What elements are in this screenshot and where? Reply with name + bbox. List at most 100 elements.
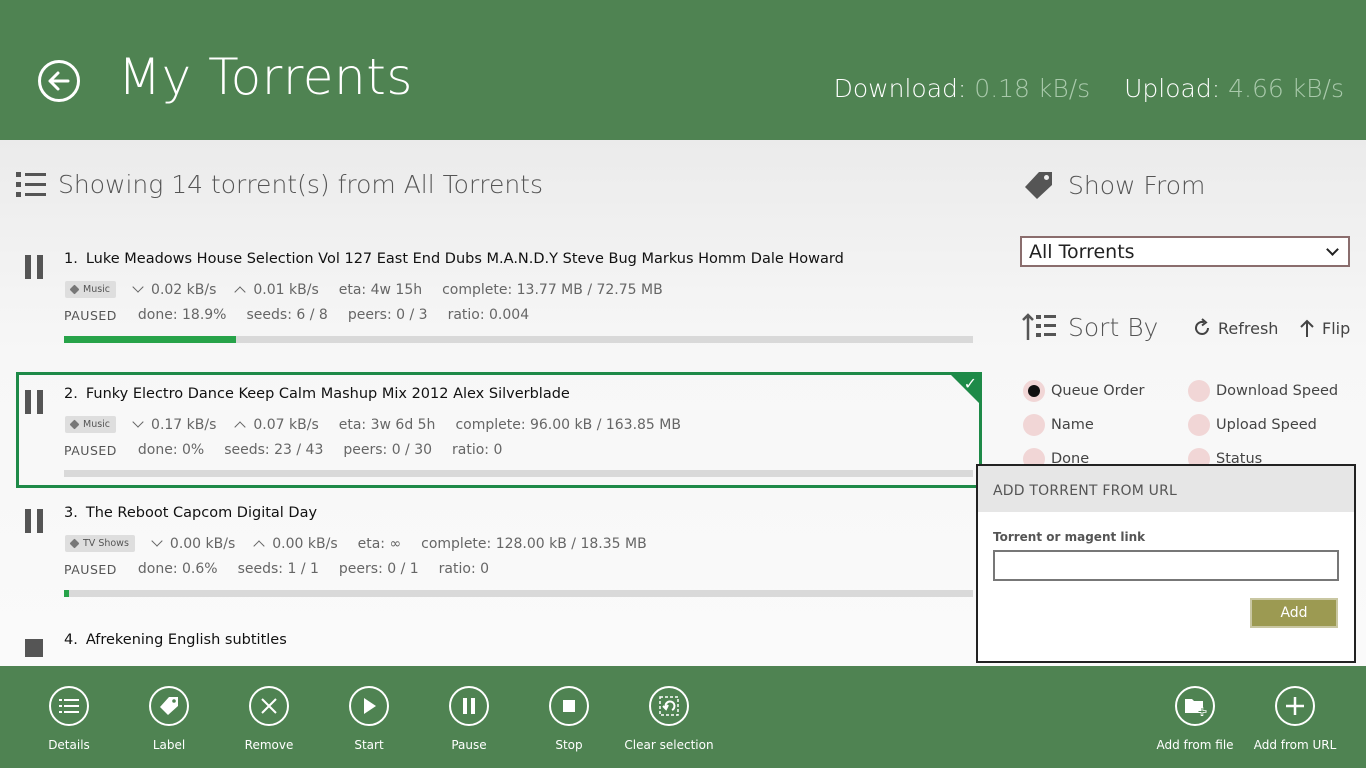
peers: peers: 0 / 3 bbox=[347, 307, 428, 323]
torrent-status-row: PAUSED done: 0% seeds: 23 / 43 peers: 0 … bbox=[64, 442, 502, 458]
add-from-url-button[interactable]: Add from URL bbox=[1245, 686, 1345, 752]
tag-icon bbox=[69, 284, 80, 295]
download-label: Download: bbox=[833, 74, 967, 103]
torrent-item[interactable]: 3. The Reboot Capcom Digital Day TV Shows… bbox=[16, 491, 982, 606]
flyout-title: ADD TORRENT FROM URL bbox=[978, 466, 1354, 512]
seeds: seeds: 6 / 8 bbox=[246, 307, 328, 323]
torrent-number: 4. bbox=[64, 632, 78, 648]
filter-dropdown-value: All Torrents bbox=[1029, 240, 1135, 263]
download-arrow-icon bbox=[132, 281, 144, 293]
progress-fill bbox=[64, 590, 70, 597]
torrent-name: Funky Electro Dance Keep Calm Mashup Mix… bbox=[85, 386, 570, 402]
add-button[interactable]: Add bbox=[1250, 598, 1338, 628]
show-from-label: Show From bbox=[1068, 170, 1206, 200]
back-button[interactable] bbox=[38, 60, 80, 102]
seeds: seeds: 1 / 1 bbox=[237, 561, 319, 577]
ratio: ratio: 0 bbox=[438, 561, 490, 577]
upload-arrow-icon bbox=[234, 421, 247, 433]
pause-icon[interactable] bbox=[25, 255, 43, 279]
radio-selected-icon bbox=[1023, 380, 1045, 402]
pause-icon[interactable] bbox=[25, 509, 43, 533]
clear-selection-button[interactable]: Clear selection bbox=[619, 686, 719, 752]
sort-option-upload-speed[interactable]: Upload Speed bbox=[1188, 414, 1317, 436]
clear-selection-icon bbox=[659, 696, 679, 716]
torrent-title: 2. Funky Electro Dance Keep Calm Mashup M… bbox=[64, 386, 570, 402]
peers: peers: 0 / 30 bbox=[343, 442, 433, 458]
progress-bar bbox=[64, 470, 973, 477]
download-arrow-icon bbox=[132, 416, 144, 428]
refresh-label: Refresh bbox=[1218, 318, 1279, 338]
tag-icon bbox=[69, 538, 80, 549]
list-heading: Showing 14 torrent(s) from All Torrents bbox=[16, 170, 543, 199]
download-speed: 0.00 kB/s bbox=[169, 535, 236, 552]
sort-by-heading: Sort By bbox=[1022, 312, 1158, 342]
torrent-status-row: PAUSED done: 0.6% seeds: 1 / 1 peers: 0 … bbox=[64, 561, 489, 577]
play-icon bbox=[364, 698, 376, 714]
torrent-item-selected[interactable]: ✓ 2. Funky Electro Dance Keep Calm Mashup… bbox=[16, 372, 982, 488]
torrent-number: 1. bbox=[64, 251, 78, 267]
status-badge: PAUSED bbox=[64, 561, 117, 577]
stop-icon bbox=[563, 700, 575, 712]
filter-dropdown[interactable]: All Torrents bbox=[1020, 236, 1350, 267]
torrent-link-label: Torrent or magent link bbox=[993, 530, 1146, 544]
sort-icon bbox=[1022, 313, 1056, 340]
complete-size: complete: 128.00 kB / 18.35 MB bbox=[421, 535, 647, 552]
torrent-number: 2. bbox=[64, 386, 78, 402]
transfer-speeds: Download: 0.18 kB/s Upload: 4.66 kB/s bbox=[834, 74, 1344, 103]
status-badge: PAUSED bbox=[64, 307, 117, 323]
add-from-file-button[interactable]: Add from file bbox=[1145, 686, 1245, 752]
arrow-up-icon bbox=[1300, 319, 1314, 337]
done-percent: done: 0.6% bbox=[137, 561, 218, 577]
back-arrow-icon bbox=[48, 71, 70, 91]
pause-icon bbox=[463, 698, 475, 714]
flip-button[interactable]: Flip bbox=[1298, 318, 1350, 338]
sort-option-queue-order[interactable]: Queue Order bbox=[1023, 380, 1144, 402]
pause-icon[interactable] bbox=[25, 390, 43, 414]
app-bar: Details Label Remove Start Pause Stop Cl… bbox=[0, 666, 1366, 768]
seeds: seeds: 23 / 43 bbox=[224, 442, 324, 458]
torrent-item[interactable]: 4. Afrekening English subtitles bbox=[16, 618, 982, 666]
sort-option-download-speed[interactable]: Download Speed bbox=[1188, 380, 1338, 402]
start-button[interactable]: Start bbox=[319, 686, 419, 752]
pause-button[interactable]: Pause bbox=[419, 686, 519, 752]
torrent-stats: Music 0.02 kB/s 0.01 kB/s eta: 4w 15h co… bbox=[65, 281, 663, 298]
tag-icon bbox=[1025, 172, 1052, 199]
download-arrow-icon bbox=[151, 535, 163, 547]
tag-icon bbox=[69, 419, 80, 430]
radio-icon bbox=[1188, 380, 1210, 402]
list-icon bbox=[16, 171, 46, 197]
upload-arrow-icon bbox=[253, 540, 265, 552]
plus-icon bbox=[1286, 697, 1304, 715]
radio-icon bbox=[1023, 414, 1045, 436]
torrent-stats: TV Shows 0.00 kB/s 0.00 kB/s eta: ∞ comp… bbox=[65, 535, 647, 552]
download-value: 0.18 kB/s bbox=[974, 74, 1091, 103]
close-icon bbox=[261, 698, 277, 714]
checkmark-icon: ✓ bbox=[963, 374, 977, 393]
refresh-button[interactable]: Refresh bbox=[1192, 318, 1278, 338]
complete-size: complete: 96.00 kB / 163.85 MB bbox=[455, 416, 681, 433]
torrent-link-input[interactable] bbox=[993, 550, 1339, 581]
eta: eta: ∞ bbox=[357, 535, 402, 552]
label-tag: TV Shows bbox=[65, 535, 135, 552]
chevron-down-icon bbox=[1326, 242, 1339, 256]
label-button[interactable]: Label bbox=[119, 686, 219, 752]
torrent-item[interactable]: 1. Luke Meadows House Selection Vol 127 E… bbox=[16, 237, 982, 352]
download-speed: 0.02 kB/s bbox=[151, 281, 217, 298]
details-button[interactable]: Details bbox=[19, 686, 119, 752]
add-file-icon bbox=[1185, 699, 1207, 716]
torrent-name: Afrekening English subtitles bbox=[85, 632, 287, 648]
sort-by-label: Sort By bbox=[1068, 312, 1159, 342]
label-tag: Music bbox=[65, 416, 117, 433]
sort-option-name[interactable]: Name bbox=[1023, 414, 1094, 436]
stop-icon[interactable] bbox=[25, 639, 43, 657]
tag-icon bbox=[160, 697, 178, 715]
torrent-title: 1. Luke Meadows House Selection Vol 127 E… bbox=[64, 251, 844, 267]
eta: eta: 4w 15h bbox=[338, 281, 423, 298]
upload-arrow-icon bbox=[234, 286, 247, 298]
ratio: ratio: 0 bbox=[452, 442, 503, 458]
progress-fill bbox=[64, 336, 236, 343]
remove-button[interactable]: Remove bbox=[219, 686, 319, 752]
torrent-name: The Reboot Capcom Digital Day bbox=[85, 505, 318, 521]
stop-button[interactable]: Stop bbox=[519, 686, 619, 752]
upload-speed: 0.01 kB/s bbox=[253, 281, 319, 298]
